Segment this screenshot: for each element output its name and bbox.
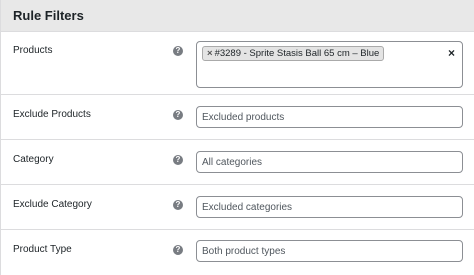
remove-token-icon[interactable]: × bbox=[207, 48, 213, 59]
product-type-label: Product Type bbox=[13, 244, 72, 255]
filter-row-exclude-category: Exclude Category ? Excluded categories bbox=[1, 185, 474, 230]
product-type-select[interactable]: Both product types bbox=[196, 240, 463, 262]
help-icon[interactable]: ? bbox=[173, 110, 183, 120]
exclude-category-label: Exclude Category bbox=[13, 199, 92, 210]
category-select[interactable]: All categories bbox=[196, 151, 463, 173]
products-label: Products bbox=[13, 45, 53, 56]
products-select[interactable]: × #3289 - Sprite Stasis Ball 65 cm – Blue… bbox=[196, 41, 463, 88]
exclude-products-select[interactable]: Excluded products bbox=[196, 106, 463, 128]
exclude-products-placeholder: Excluded products bbox=[202, 112, 285, 123]
help-icon[interactable]: ? bbox=[173, 155, 183, 165]
help-icon[interactable]: ? bbox=[173, 200, 183, 210]
rule-filters-panel: Rule Filters Products ? × #3289 - Sprite … bbox=[0, 0, 474, 275]
filter-row-product-type: Product Type ? Both product types bbox=[1, 230, 474, 275]
help-icon[interactable]: ? bbox=[173, 46, 183, 56]
help-icon[interactable]: ? bbox=[173, 245, 183, 255]
filter-row-products: Products ? × #3289 - Sprite Stasis Ball 6… bbox=[1, 32, 474, 95]
panel-header: Rule Filters bbox=[1, 0, 474, 32]
selected-product-token: × #3289 - Sprite Stasis Ball 65 cm – Blue bbox=[202, 46, 385, 61]
category-label: Category bbox=[13, 154, 54, 165]
clear-selection-icon[interactable]: × bbox=[448, 46, 455, 60]
filter-row-category: Category ? All categories bbox=[1, 140, 474, 185]
selected-product-text: #3289 - Sprite Stasis Ball 65 cm – Blue bbox=[214, 48, 380, 59]
category-placeholder: All categories bbox=[202, 157, 263, 168]
panel-title: Rule Filters bbox=[13, 8, 84, 23]
exclude-category-select[interactable]: Excluded categories bbox=[196, 196, 463, 218]
exclude-products-label: Exclude Products bbox=[13, 109, 91, 120]
exclude-category-placeholder: Excluded categories bbox=[202, 202, 293, 213]
filter-row-exclude-products: Exclude Products ? Excluded products bbox=[1, 95, 474, 140]
product-type-placeholder: Both product types bbox=[202, 246, 286, 257]
